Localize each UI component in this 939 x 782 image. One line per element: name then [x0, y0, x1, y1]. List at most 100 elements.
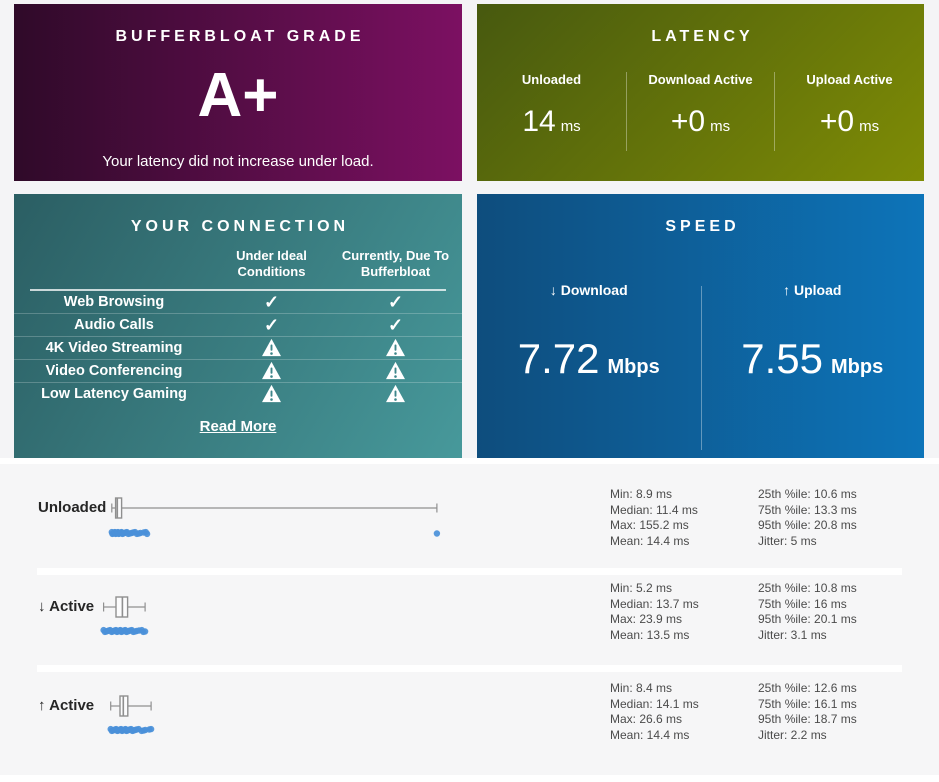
latency-stat-line: 75th %ile: 16 ms: [758, 597, 857, 613]
speed-upload: ↑ Upload 7.55Mbps: [701, 282, 925, 472]
warning-icon: [214, 384, 329, 403]
latency-boxplot: [92, 575, 612, 665]
connection-row: 4K Video Streaming: [14, 336, 462, 359]
check-icon: ✓: [329, 292, 462, 312]
latency-stats: Min: 5.2 msMedian: 13.7 msMax: 23.9 msMe…: [610, 581, 857, 643]
latency-stat-line: 25th %ile: 10.6 ms: [758, 487, 857, 503]
check-icon: ✓: [214, 315, 329, 335]
connection-row-label: Low Latency Gaming: [14, 386, 214, 402]
latency-unloaded-value: 14ms: [477, 107, 626, 137]
warning-icon: [214, 361, 329, 380]
latency-row-label: ↑ Active: [38, 697, 94, 714]
latency-stat-line: 25th %ile: 10.8 ms: [758, 581, 857, 597]
download-value: 7.72Mbps: [477, 338, 701, 380]
connection-row-label: 4K Video Streaming: [14, 340, 214, 356]
connection-row-label: Web Browsing: [14, 294, 214, 310]
results-cards-section: BUFFERBLOAT GRADE A+ Your latency did no…: [0, 0, 939, 458]
latency-detail-row-download-active: ↓ Active Min: 5.2 msMedian: 13.7 msMax: 2…: [0, 575, 939, 665]
latency-stat-line: 95th %ile: 20.8 ms: [758, 518, 857, 534]
latency-stat-line: Min: 5.2 ms: [610, 581, 758, 597]
latency-col-download-active: Download Active +0ms: [626, 72, 775, 151]
speed-card: SPEED ↓ Download 7.72Mbps ↑ Upload 7.55M…: [477, 194, 924, 458]
latency-stats-column: 25th %ile: 10.6 ms75th %ile: 13.3 ms95th…: [758, 487, 857, 549]
connection-table-header: Under Ideal Conditions Currently, Due To…: [14, 248, 462, 281]
latency-stat-line: 25th %ile: 12.6 ms: [758, 681, 857, 697]
latency-stats-column: 25th %ile: 12.6 ms75th %ile: 16.1 ms95th…: [758, 681, 857, 743]
latency-stat-line: Max: 26.6 ms: [610, 712, 758, 728]
latency-sample-dot: [148, 726, 154, 732]
check-icon: ✓: [329, 315, 462, 335]
upload-label: ↑ Upload: [701, 282, 925, 298]
section-divider: [0, 775, 939, 782]
warning-icon: [214, 338, 329, 357]
connection-row: Low Latency Gaming: [14, 382, 462, 405]
latency-stat-line: Mean: 14.4 ms: [610, 534, 758, 550]
latency-stat-line: 95th %ile: 18.7 ms: [758, 712, 857, 728]
latency-card-title: LATENCY: [477, 4, 924, 46]
latency-upload-label: Upload Active: [775, 72, 924, 87]
warning-icon: [329, 361, 462, 380]
warning-icon: [385, 338, 406, 357]
warning-icon: [261, 361, 282, 380]
latency-stat-line: Median: 11.4 ms: [610, 503, 758, 519]
latency-row-label: ↓ Active: [38, 598, 94, 615]
speed-divider: [701, 286, 702, 450]
check-icon: ✓: [214, 292, 329, 312]
latency-card: LATENCY Unloaded 14ms Download Active +0…: [477, 4, 924, 181]
row-divider: [37, 665, 902, 672]
latency-stat-line: 75th %ile: 16.1 ms: [758, 697, 857, 713]
latency-stat-line: Jitter: 3.1 ms: [758, 628, 857, 644]
connection-card-title: YOUR CONNECTION: [14, 194, 462, 236]
latency-columns: Unloaded 14ms Download Active +0ms Uploa…: [477, 72, 924, 151]
latency-col-upload-active: Upload Active +0ms: [775, 72, 924, 151]
warning-icon: [329, 338, 462, 357]
connection-row: Web Browsing ✓ ✓: [14, 291, 462, 313]
check-icon: ✓: [264, 315, 279, 335]
latency-stats-column: Min: 8.9 msMedian: 11.4 msMax: 155.2 msM…: [610, 487, 758, 549]
download-label: ↓ Download: [477, 282, 701, 298]
check-icon: ✓: [388, 315, 403, 335]
row-divider: [37, 568, 902, 575]
grade-subtitle: Your latency did not increase under load…: [14, 153, 462, 170]
connection-row: Audio Calls ✓ ✓: [14, 313, 462, 336]
connection-row-label: Video Conferencing: [14, 363, 214, 379]
col-header-current: Currently, Due To Bufferbloat: [329, 248, 462, 281]
warning-icon: [385, 384, 406, 403]
connection-row-label: Audio Calls: [14, 317, 214, 333]
your-connection-card: YOUR CONNECTION Under Ideal Conditions C…: [14, 194, 462, 458]
speed-card-title: SPEED: [477, 194, 924, 236]
latency-sample-dot: [434, 530, 440, 536]
latency-sample-dot: [144, 531, 150, 537]
warning-icon: [385, 361, 406, 380]
latency-stat-line: Jitter: 5 ms: [758, 534, 857, 550]
grade-card-title: BUFFERBLOAT GRADE: [14, 4, 462, 46]
latency-sample-dot: [142, 628, 148, 634]
latency-stats-column: Min: 8.4 msMedian: 14.1 msMax: 26.6 msMe…: [610, 681, 758, 743]
latency-stats: Min: 8.9 msMedian: 11.4 msMax: 155.2 msM…: [610, 487, 857, 549]
upload-value: 7.55Mbps: [701, 338, 925, 380]
latency-stat-line: Min: 8.9 ms: [610, 487, 758, 503]
warning-icon: [329, 384, 462, 403]
warning-icon: [261, 384, 282, 403]
latency-stats-column: Min: 5.2 msMedian: 13.7 msMax: 23.9 msMe…: [610, 581, 758, 643]
latency-download-label: Download Active: [627, 72, 774, 87]
latency-stat-line: Median: 13.7 ms: [610, 597, 758, 613]
latency-stat-line: Mean: 13.5 ms: [610, 628, 758, 644]
speed-download: ↓ Download 7.72Mbps: [477, 282, 701, 472]
check-icon: ✓: [264, 292, 279, 312]
speed-columns: ↓ Download 7.72Mbps ↑ Upload 7.55Mbps: [477, 282, 924, 472]
latency-download-value: +0ms: [627, 107, 774, 137]
warning-icon: [261, 338, 282, 357]
latency-stats: Min: 8.4 msMedian: 14.1 msMax: 26.6 msMe…: [610, 681, 857, 743]
latency-upload-value: +0ms: [775, 107, 924, 137]
connection-table: Web Browsing ✓ ✓ Audio Calls ✓ ✓ 4K Video Stre…: [14, 291, 462, 405]
bufferbloat-grade-card: BUFFERBLOAT GRADE A+ Your latency did no…: [14, 4, 462, 181]
read-more-link[interactable]: Read More: [14, 418, 462, 435]
latency-stat-line: Jitter: 2.2 ms: [758, 728, 857, 744]
latency-stat-line: Mean: 14.4 ms: [610, 728, 758, 744]
latency-details-section: UnloadedMin: 8.9 msMedian: 11.4 msMax: 1…: [0, 458, 939, 782]
latency-unloaded-label: Unloaded: [477, 72, 626, 87]
latency-boxplot: [92, 672, 612, 775]
latency-boxplot: [92, 464, 612, 568]
latency-stat-line: 75th %ile: 13.3 ms: [758, 503, 857, 519]
